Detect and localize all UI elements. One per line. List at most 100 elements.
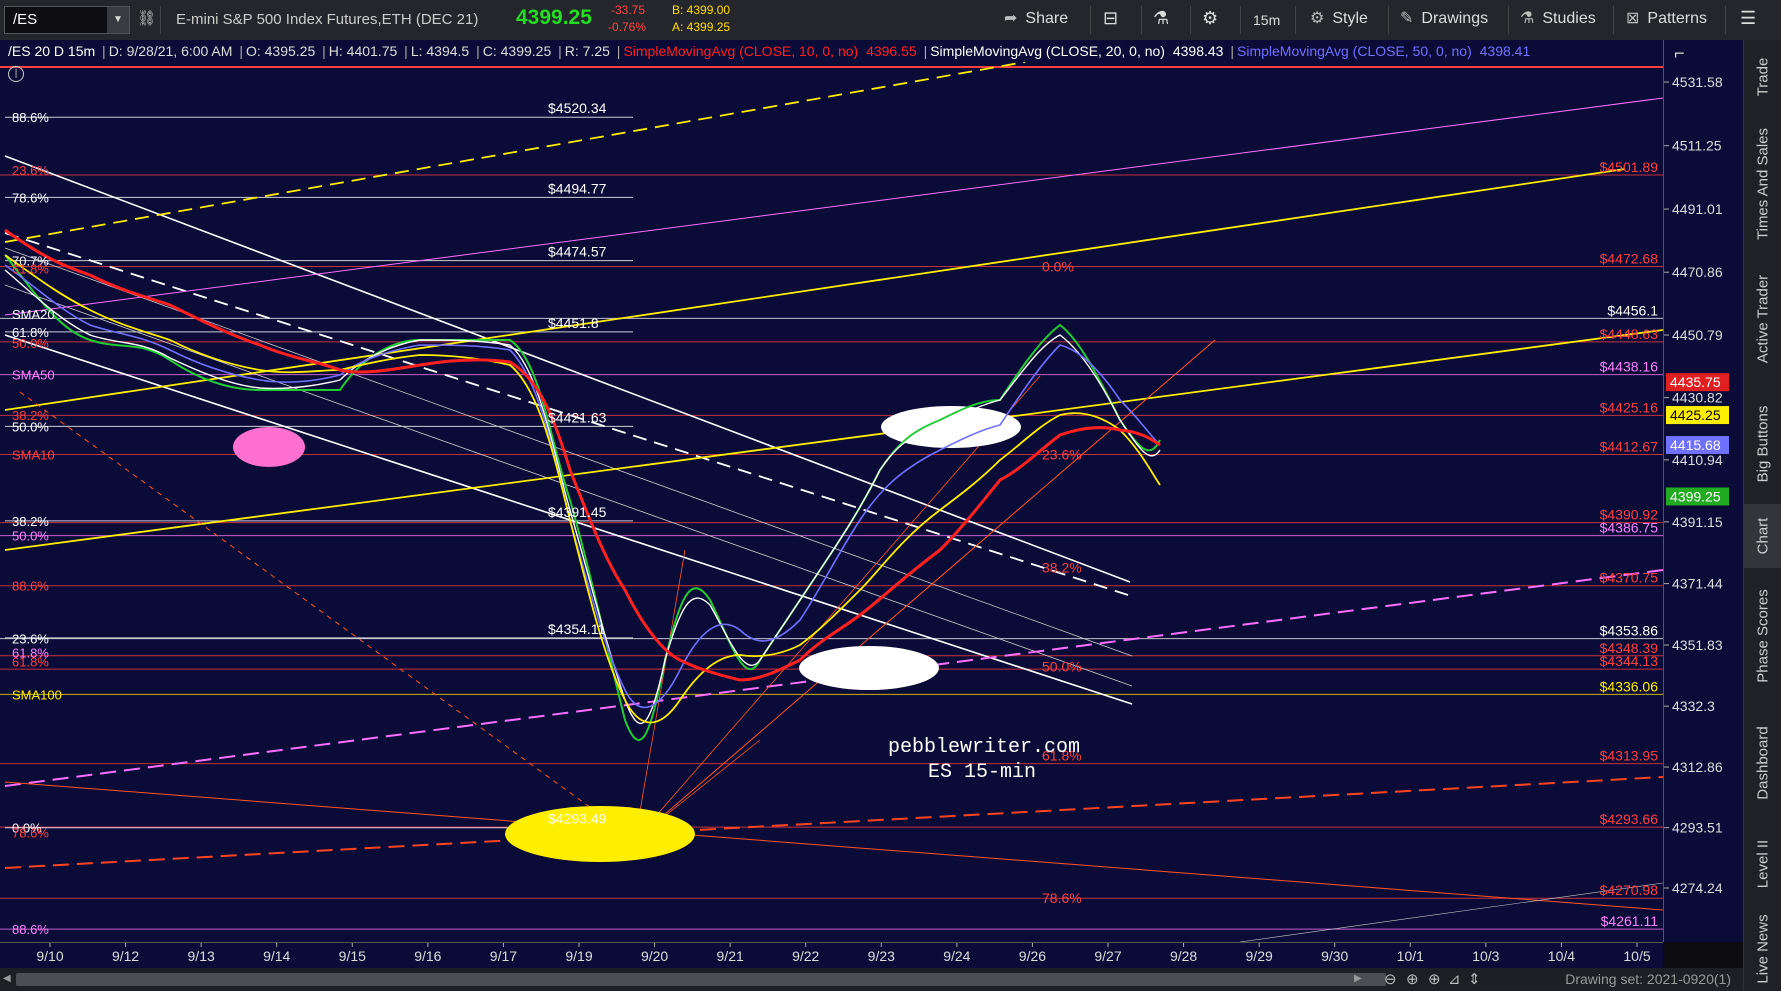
- level-price-label: $4501.89: [1600, 159, 1659, 175]
- time-tick-label: 9/20: [641, 948, 668, 964]
- tab-level-ii[interactable]: Level II: [1744, 822, 1781, 906]
- bar-open: O: 4395.25: [245, 43, 316, 59]
- gear-icon[interactable]: ⚙: [1202, 8, 1218, 32]
- price-axis[interactable]: 4531.58 4511.25 4491.01 4470.86 4450.79 4430.…: [1663, 40, 1744, 942]
- tab-trade[interactable]: Trade: [1744, 40, 1781, 114]
- chevron-down-icon[interactable]: ▼: [107, 7, 129, 33]
- tab-chart[interactable]: Chart: [1744, 504, 1781, 568]
- time-tick-label: 9/30: [1321, 948, 1348, 964]
- tab-label: Live News: [1754, 913, 1772, 984]
- tab-label: Active Trader: [1754, 274, 1772, 364]
- time-tick-label: 9/29: [1246, 948, 1273, 964]
- top-toolbar: /ES ▼ ⛓ E-mini S&P 500 Index Futures,ETH…: [0, 0, 1781, 41]
- price-badge: 4415.68: [1666, 436, 1729, 455]
- crosshair-icon[interactable]: ⊕: [1428, 970, 1441, 988]
- studies-button[interactable]: ⚗ Studies: [1520, 8, 1596, 32]
- tab-times-and-sales[interactable]: Times And Sales: [1744, 114, 1781, 254]
- level-price-label: $4448.63: [1600, 326, 1659, 342]
- price-badge-label: 4435.75: [1670, 374, 1721, 390]
- trend-line-thin: [4, 247, 1133, 657]
- sma10-line: [4, 228, 1161, 682]
- zoom-in-icon[interactable]: ⊕: [1406, 970, 1419, 988]
- time-axis[interactable]: 9/10 9/12 9/13 9/14 9/15 9/16 9/17 9/19 9/20 9/21…: [0, 942, 1663, 969]
- measure-icon[interactable]: ⊿: [1448, 970, 1461, 988]
- price-tick-label: 4351.83: [1672, 637, 1723, 653]
- sma50-legend[interactable]: SimpleMovingAvg (CLOSE, 50, 0, no): [1237, 43, 1472, 59]
- scroll-right-icon[interactable]: ▶: [1354, 973, 1362, 984]
- symbol-selector[interactable]: /ES ▼: [4, 6, 130, 34]
- divider: [1508, 6, 1509, 34]
- divider: [1388, 6, 1389, 34]
- scrollbar-thumb[interactable]: [16, 973, 1386, 986]
- divider: [1240, 6, 1241, 34]
- price-tick-label: 4491.01: [1672, 201, 1723, 217]
- sma20-value: 4398.43: [1172, 43, 1224, 59]
- drawing-set-label[interactable]: Drawing set: 2021-0920(1): [1565, 971, 1731, 987]
- menu-icon[interactable]: ☰: [1740, 8, 1756, 32]
- level-label: 78.6%: [12, 190, 49, 205]
- last-price: 4399.25: [516, 6, 592, 29]
- level-label: 61.8%: [12, 262, 49, 277]
- style-button[interactable]: ⚙ Style: [1310, 8, 1368, 32]
- divider: [1295, 6, 1296, 34]
- tab-dashboard[interactable]: Dashboard: [1744, 704, 1781, 822]
- patterns-button[interactable]: ⊠ Patterns: [1626, 8, 1707, 32]
- scale-icon[interactable]: ⇕: [1468, 970, 1481, 988]
- tab-big-buttons[interactable]: Big Buttons: [1744, 384, 1781, 504]
- link-icon[interactable]: ⛓: [137, 9, 156, 27]
- bid-price: B: 4399.00: [672, 3, 731, 17]
- share-icon: ➦: [1004, 10, 1018, 27]
- sma50-line: [4, 264, 1161, 709]
- horizontal-scrollbar[interactable]: [16, 973, 1386, 986]
- grid-layout-icon[interactable]: ⊟: [1103, 8, 1118, 32]
- level-label: 50.0%: [12, 529, 49, 544]
- level-price-label: $4353.86: [1600, 623, 1659, 639]
- trend-lines: [4, 61, 1663, 942]
- share-button[interactable]: ➦ Share: [1004, 8, 1068, 32]
- chart-area[interactable]: 88.6% 23.6% 78.6% 70.7% 61.8% SMA20 61.8% 50.0%…: [0, 40, 1663, 942]
- price-chart[interactable]: 88.6%23.6%78.6%70.7%61.8%SMA2061.8%50.0%…: [0, 40, 1663, 942]
- tab-phase-scores[interactable]: Phase Scores: [1744, 568, 1781, 704]
- price-series: [4, 228, 1161, 741]
- price-tick-label: 4430.82: [1672, 390, 1723, 406]
- tab-label: Dashboard: [1754, 726, 1772, 800]
- level-label: 23.6%: [12, 163, 49, 178]
- tab-live-news[interactable]: Live News: [1744, 906, 1781, 991]
- interval-selector[interactable]: 15m: [1253, 12, 1280, 36]
- settings-circle-icon[interactable]: |: [8, 66, 24, 82]
- time-tick-label: 9/23: [868, 948, 895, 964]
- price-badge: 4425.25: [1666, 406, 1729, 425]
- level-price-label: $4391.45: [548, 504, 607, 520]
- orange-trend-line: [4, 781, 1663, 911]
- sma20-legend[interactable]: SimpleMovingAvg (CLOSE, 20, 0, no): [930, 43, 1165, 59]
- flask-icon: ⚗: [1520, 10, 1535, 27]
- fib-label: 0.0%: [1042, 259, 1074, 275]
- zoom-out-icon[interactable]: ⊖: [1384, 970, 1397, 988]
- level-price-label: $4313.95: [1600, 748, 1659, 764]
- level-price-label: $4386.75: [1600, 520, 1659, 536]
- level-label: 88.6%: [12, 579, 49, 594]
- studies-label: Studies: [1542, 10, 1596, 27]
- tab-active-trader[interactable]: Active Trader: [1744, 254, 1781, 384]
- sma10-legend[interactable]: SimpleMovingAvg (CLOSE, 10, 0, no): [623, 43, 858, 59]
- fib-label: 38.2%: [1042, 560, 1082, 576]
- drawings-button[interactable]: ✎ Drawings: [1400, 8, 1488, 32]
- level-price-label: $4451.8: [548, 315, 599, 331]
- time-tick-label: 10/3: [1472, 948, 1499, 964]
- time-tick-label: 9/17: [490, 948, 517, 964]
- level-label: 50.0%: [12, 336, 49, 351]
- bar-low: L: 4394.5: [410, 43, 470, 59]
- collapse-axis-icon[interactable]: ⌐: [1674, 44, 1700, 62]
- level-label: 78.6%: [12, 825, 49, 840]
- price-badge-label: 4399.25: [1670, 488, 1721, 504]
- scroll-left-icon[interactable]: ◀: [3, 973, 11, 984]
- time-tick-label: 9/28: [1170, 948, 1197, 964]
- orange-fan-line: [634, 549, 686, 841]
- divider: [1141, 6, 1142, 34]
- level-label: SMA50: [12, 367, 55, 382]
- level-price-label: $4425.16: [1600, 399, 1659, 415]
- time-tick-label: 9/16: [414, 948, 441, 964]
- price-tick-label: 4391.15: [1672, 514, 1723, 530]
- level-label: 50.0%: [12, 419, 49, 434]
- flask-icon[interactable]: ⚗: [1153, 8, 1169, 32]
